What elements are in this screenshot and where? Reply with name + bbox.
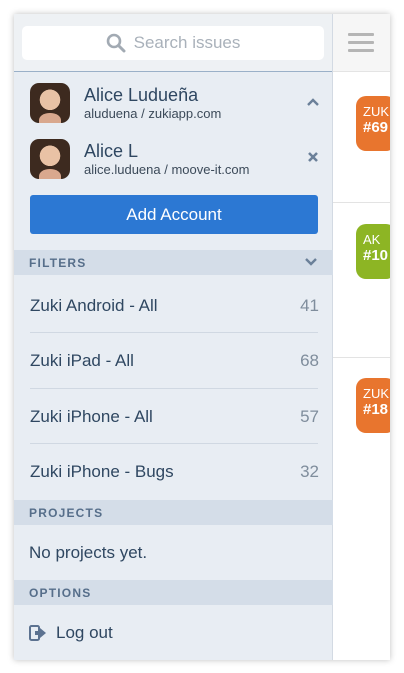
projects-header: PROJECTS [14, 500, 333, 525]
options-header: OPTIONS [14, 580, 333, 605]
search-icon [106, 33, 126, 53]
projects-empty-text: No projects yet. [14, 525, 333, 580]
filter-label: Zuki iPad - All [30, 350, 134, 370]
issue-number: #69 [363, 119, 389, 136]
filters-header[interactable]: FILTERS [14, 250, 333, 275]
logout-icon [29, 624, 46, 641]
filter-label: Zuki Android - All [30, 295, 158, 315]
search-placeholder: Search issues [133, 33, 241, 52]
avatar [30, 139, 70, 179]
account-row-primary[interactable]: Alice Ludueña aluduena / zukiapp.com [14, 76, 333, 130]
filter-item[interactable]: Zuki iPhone - Bugs 32 [14, 444, 333, 499]
account-detail: alice.luduena / moove-it.com [84, 162, 250, 177]
sidebar: Search issues Alice Ludueña aluduena / z… [14, 14, 333, 660]
options-header-label: OPTIONS [29, 585, 92, 600]
logout-label: Log out [56, 622, 113, 642]
menu-icon[interactable] [348, 33, 374, 53]
filter-item[interactable]: Zuki iPad - All 68 [14, 333, 333, 388]
filter-count: 32 [300, 461, 319, 481]
close-icon[interactable] [293, 150, 333, 168]
issue-project: ZUK [363, 386, 389, 401]
filter-count: 68 [300, 350, 319, 370]
filter-label: Zuki iPhone - All [30, 406, 153, 426]
issue-badge[interactable]: ZUK #69 [356, 96, 390, 151]
issue-badge[interactable]: AK #10 [356, 224, 390, 279]
issue-badge[interactable]: ZUK #18 [356, 378, 390, 433]
filter-item[interactable]: Zuki Android - All 41 [14, 278, 333, 333]
filter-item[interactable]: Zuki iPhone - All 57 [14, 389, 333, 444]
main-toolbar [333, 14, 390, 72]
filter-count: 57 [300, 406, 319, 426]
chevron-up-icon[interactable] [293, 94, 333, 112]
add-account-button[interactable]: Add Account [30, 195, 318, 234]
logout-button[interactable]: Log out [14, 605, 333, 660]
projects-empty-label: No projects yet. [29, 542, 148, 562]
account-detail: aluduena / zukiapp.com [84, 106, 222, 121]
account-name: Alice Ludueña [84, 85, 199, 105]
issue-number: #10 [363, 247, 389, 264]
projects-header-label: PROJECTS [29, 505, 104, 520]
divider [333, 357, 390, 358]
filter-count: 41 [300, 295, 319, 315]
issue-number: #18 [363, 401, 389, 418]
issue-list-panel: ZUK #69 AK #10 ZUK #18 [333, 14, 390, 660]
divider [333, 202, 390, 203]
account-name: Alice L [84, 141, 139, 161]
chevron-down-icon[interactable] [304, 254, 318, 268]
filter-label: Zuki iPhone - Bugs [30, 461, 174, 481]
issue-project: ZUK [363, 104, 389, 119]
app-window: Search issues Alice Ludueña aluduena / z… [14, 14, 390, 660]
filters-header-label: FILTERS [29, 255, 87, 270]
avatar [30, 83, 70, 123]
search-bar: Search issues [14, 14, 332, 72]
issue-project: AK [363, 232, 381, 247]
account-row-secondary[interactable]: Alice L alice.luduena / moove-it.com [14, 132, 333, 186]
search-input[interactable]: Search issues [22, 26, 324, 60]
